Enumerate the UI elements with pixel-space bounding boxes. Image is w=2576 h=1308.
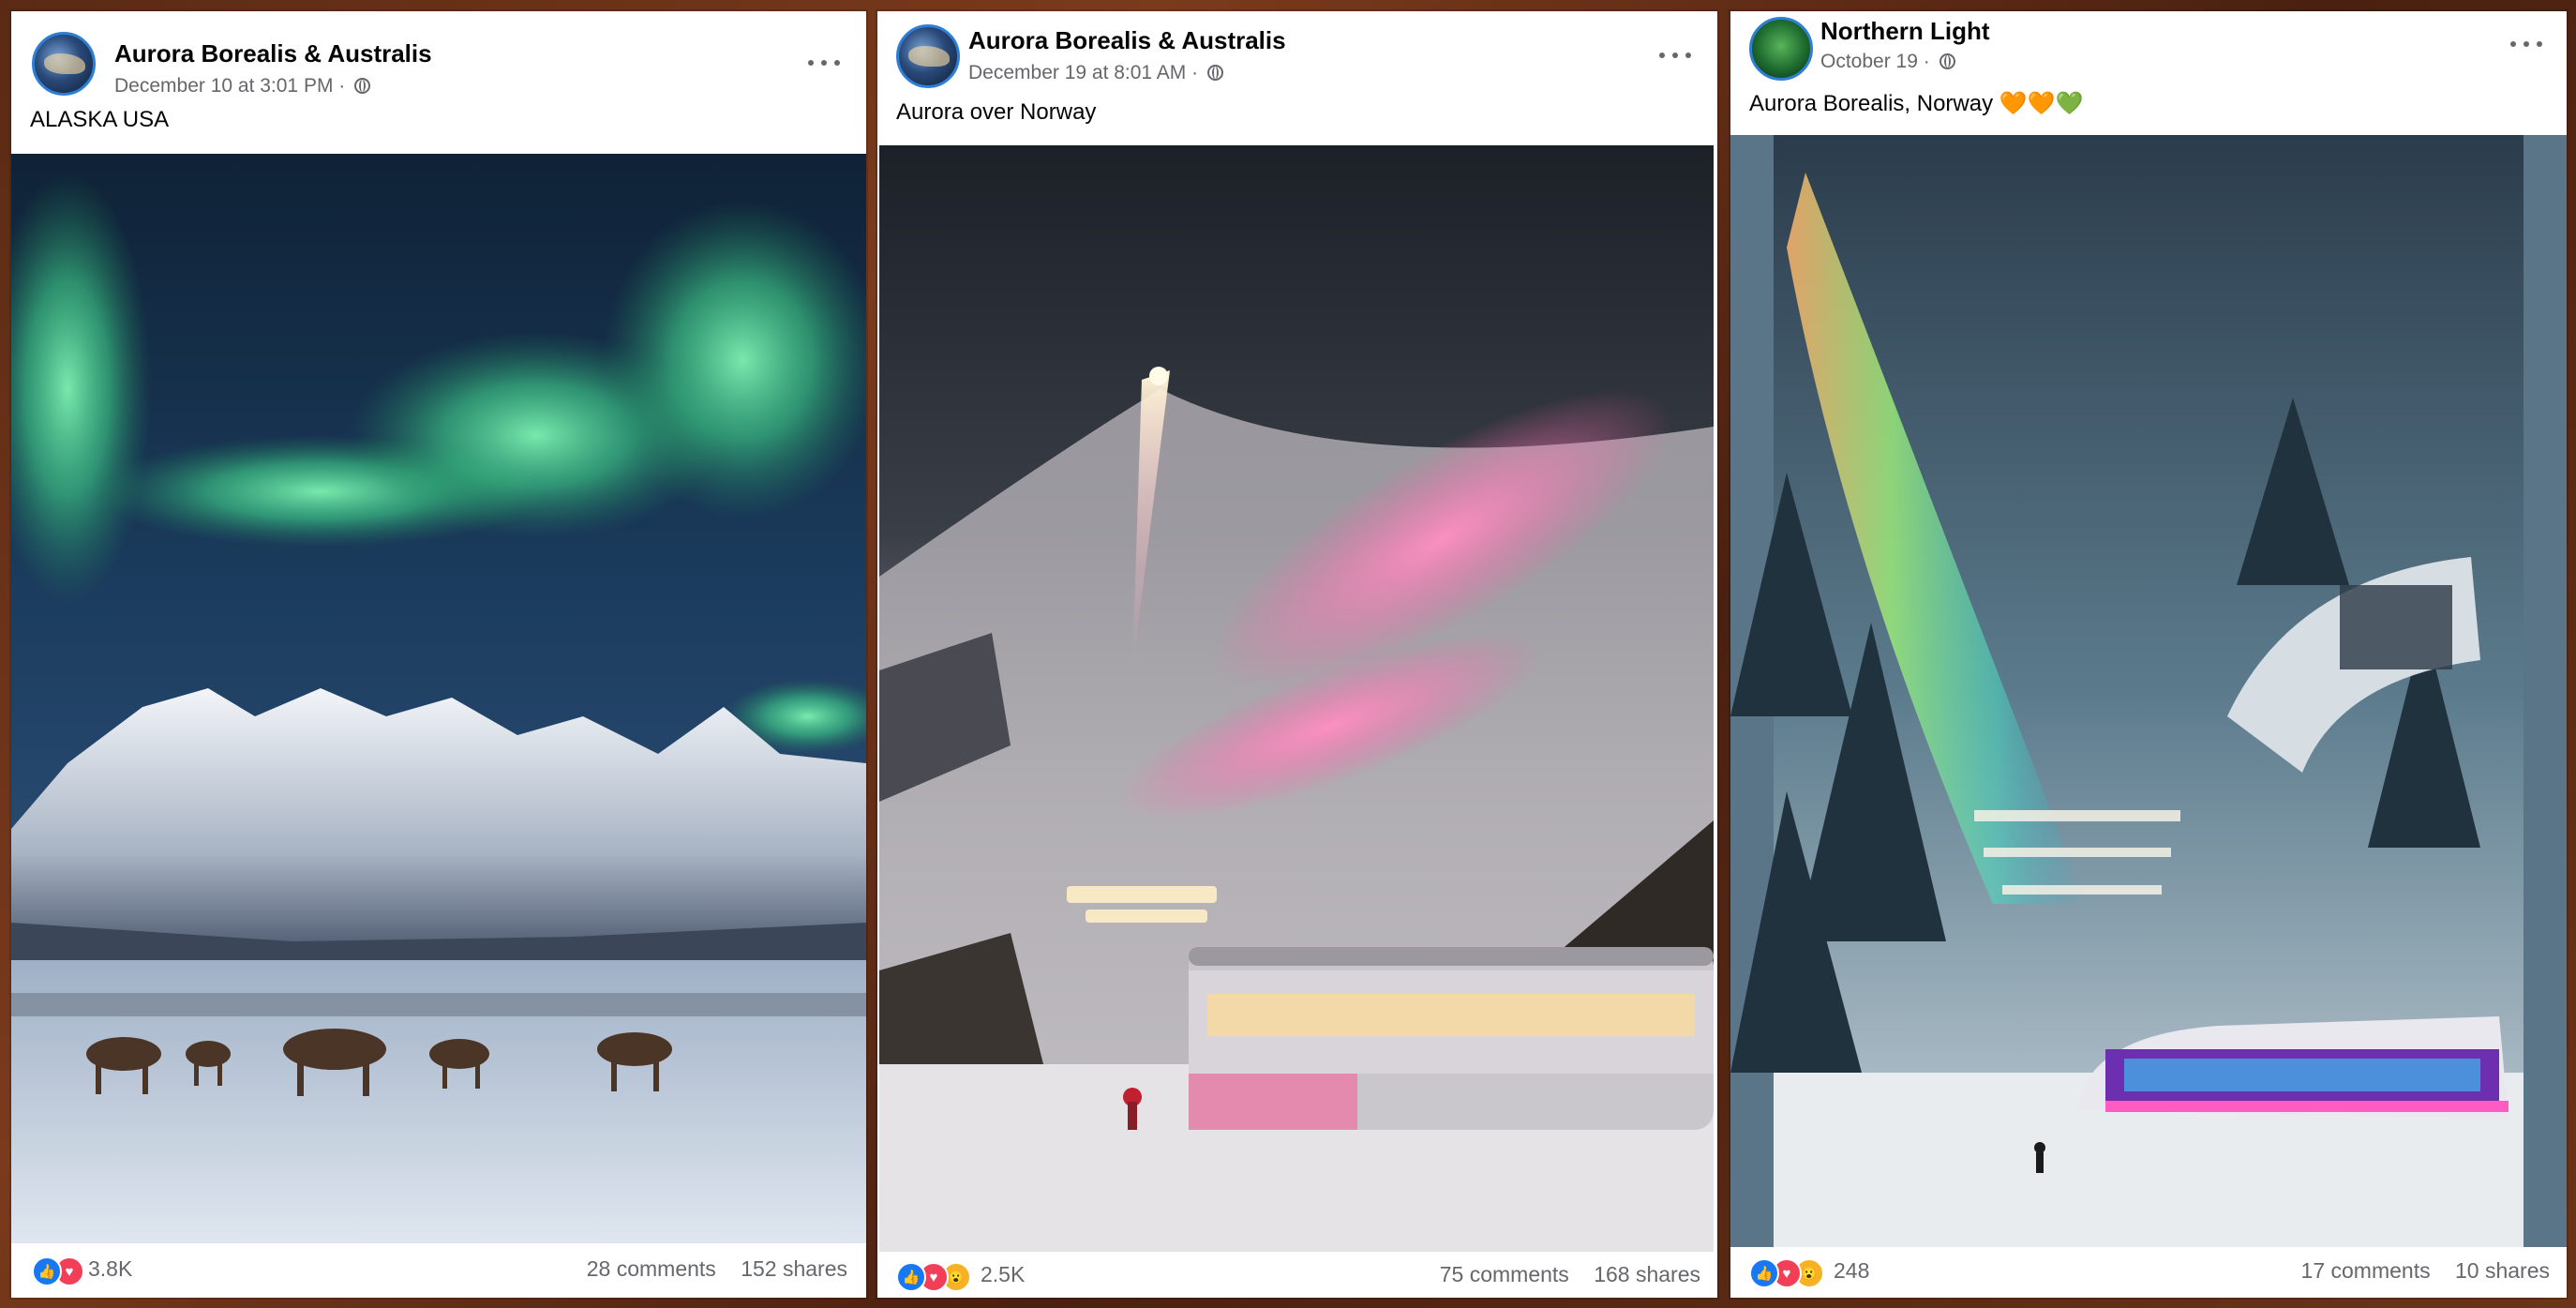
reaction-count[interactable]: 2.5K: [981, 1262, 1025, 1287]
shares-count[interactable]: 152 shares: [741, 1256, 847, 1281]
meta-separator: ·: [338, 75, 346, 97]
author-name[interactable]: Aurora Borealis & Australis: [968, 26, 1286, 55]
globe-icon: [354, 78, 371, 94]
post-header: Aurora Borealis & Australis December 10 …: [11, 11, 866, 105]
post-card: Aurora Borealis & Australis December 19 …: [877, 11, 1717, 1298]
meta-separator: ·: [1923, 51, 1930, 72]
globe-icon: [1206, 65, 1223, 81]
avatar[interactable]: [896, 24, 960, 88]
more-options-button[interactable]: [1659, 45, 1691, 64]
post-timestamp[interactable]: December 19 at 8:01 AM: [968, 62, 1186, 83]
post-caption: Aurora over Norway: [896, 99, 1097, 125]
post-meta: December 19 at 8:01 AM ·: [968, 62, 1223, 84]
post-stats: 75 comments 168 shares: [1421, 1262, 1700, 1287]
reaction-count[interactable]: 3.8K: [88, 1256, 132, 1282]
more-options-button[interactable]: [2510, 34, 2542, 53]
like-icon: 👍: [1749, 1258, 1779, 1288]
post-timestamp[interactable]: December 10 at 3:01 PM: [114, 75, 333, 97]
like-icon: 👍: [896, 1262, 926, 1292]
comments-count[interactable]: 75 comments: [1440, 1262, 1569, 1286]
author-name[interactable]: Northern Light: [1820, 17, 1990, 46]
avatar[interactable]: [1749, 17, 1813, 81]
more-options-button[interactable]: [808, 53, 840, 71]
shares-count[interactable]: 168 shares: [1594, 1262, 1700, 1286]
post-caption: Aurora Borealis, Norway 🧡🧡💚: [1749, 91, 2084, 116]
post-photo[interactable]: [11, 154, 866, 1243]
post-footer: 👍 ♥ 3.8K 28 comments 152 shares: [11, 1243, 866, 1298]
post-timestamp[interactable]: October 19: [1820, 51, 1918, 72]
meta-separator: ·: [1191, 62, 1199, 83]
post-header: Aurora Borealis & Australis December 19 …: [877, 11, 1717, 105]
post-stats: 17 comments 10 shares: [2283, 1258, 2550, 1284]
post-stats: 28 comments 152 shares: [568, 1256, 847, 1282]
photo-norway-train: [1730, 135, 2524, 1247]
post-photo[interactable]: [1730, 135, 2567, 1247]
post-card: Northern Light October 19 · Aurora Borea…: [1730, 11, 2567, 1298]
comments-count[interactable]: 28 comments: [587, 1256, 716, 1281]
globe-icon: [1939, 53, 1955, 69]
post-footer: 👍 ♥ 😮 2.5K 75 comments 168 shares: [877, 1253, 1717, 1298]
post-meta: October 19 ·: [1820, 51, 1955, 73]
post-caption: ALASKA USA: [30, 107, 170, 132]
photo-norway-aurora: [879, 145, 1714, 1252]
photo-alaska-aurora: [11, 154, 866, 1243]
reaction-count[interactable]: 248: [1834, 1258, 1869, 1284]
avatar[interactable]: [32, 32, 96, 96]
like-icon: 👍: [32, 1256, 62, 1286]
comments-count[interactable]: 17 comments: [2301, 1258, 2431, 1283]
shares-count[interactable]: 10 shares: [2455, 1258, 2550, 1283]
post-footer: 👍 ♥ 😮 248 17 comments 10 shares: [1730, 1247, 2567, 1298]
post-photo[interactable]: [879, 145, 1714, 1252]
post-card: Aurora Borealis & Australis December 10 …: [11, 11, 866, 1298]
post-meta: December 10 at 3:01 PM ·: [114, 75, 371, 98]
author-name[interactable]: Aurora Borealis & Australis: [114, 39, 432, 68]
